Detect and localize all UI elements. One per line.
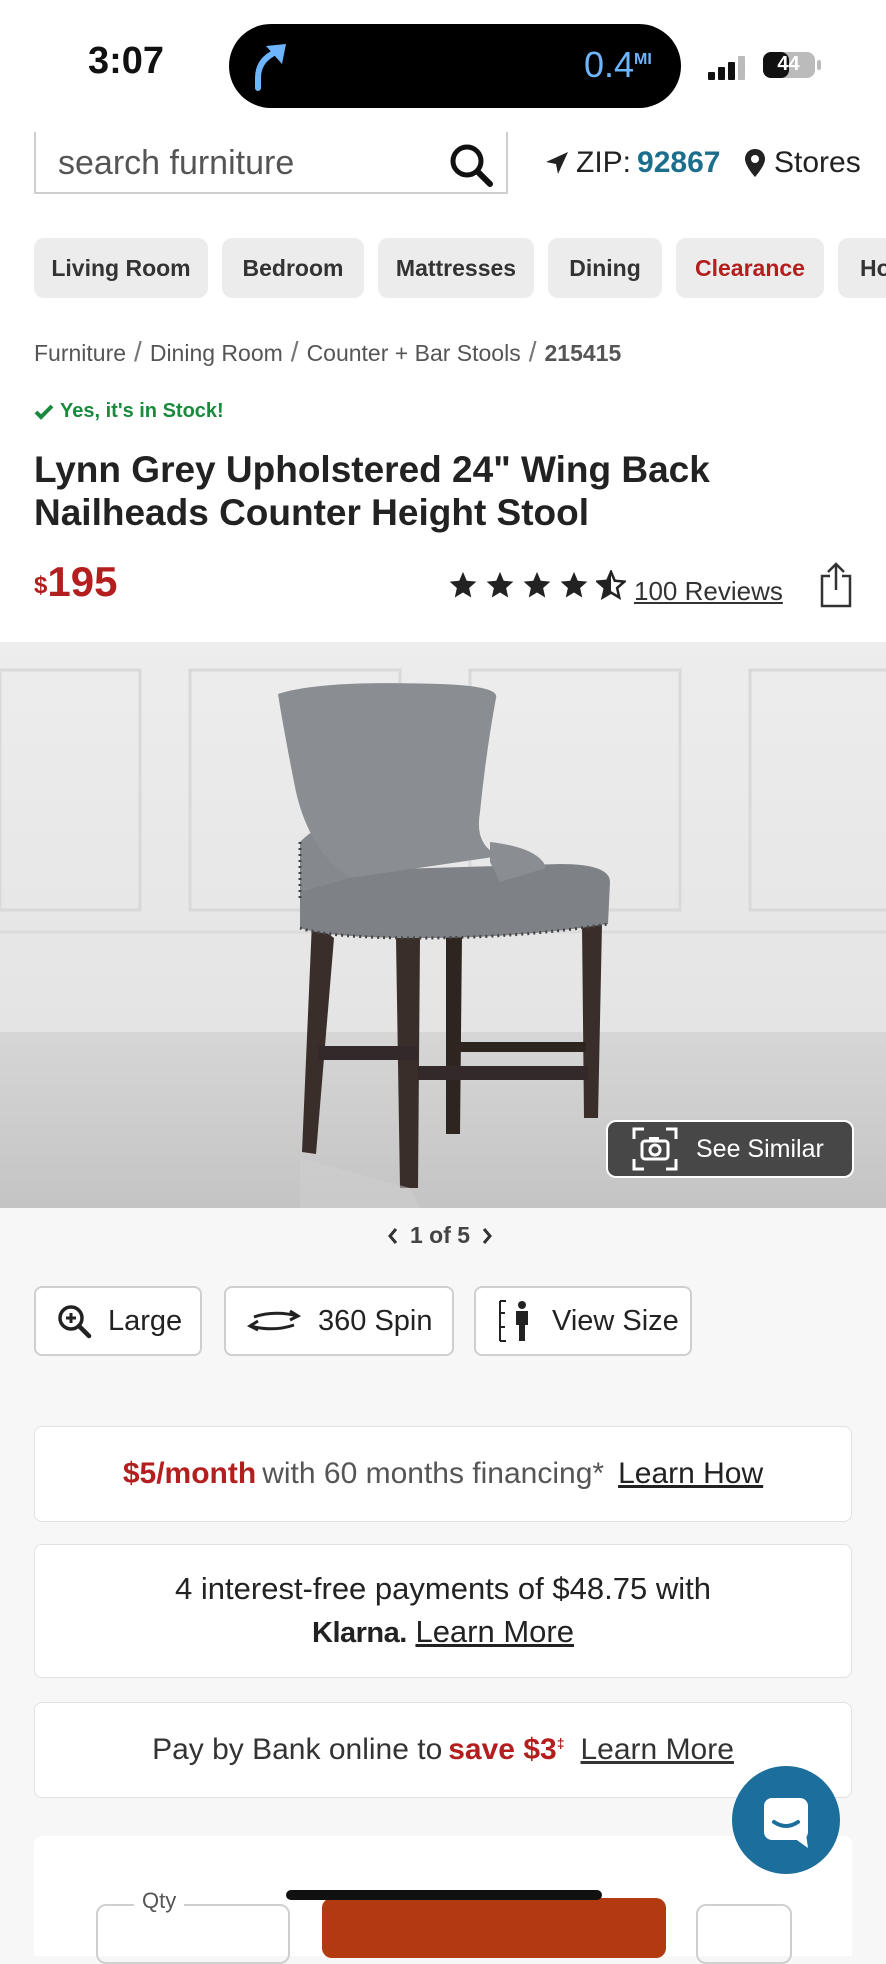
chevron-left-icon[interactable] <box>386 1226 400 1246</box>
bank-learn-more-link[interactable]: Learn More <box>581 1733 734 1767</box>
financing-text: with 60 months financing* <box>262 1457 605 1490</box>
price-amount: 195 <box>47 558 118 605</box>
category-bedroom[interactable]: Bedroom <box>222 238 364 298</box>
breadcrumb-dining-room[interactable]: Dining Room <box>150 340 283 366</box>
stock-status: Yes, it's in Stock! <box>34 400 224 423</box>
nav-distance-unit: MI <box>634 51 652 68</box>
category-clearance[interactable]: Clearance <box>676 238 824 298</box>
klarna-line2: Klarna. Learn More <box>35 1610 851 1655</box>
klarna-logo: Klarna. <box>312 1617 407 1649</box>
star-full-icon <box>560 571 588 598</box>
battery-level: 44 <box>777 53 800 75</box>
category-mattresses[interactable]: Mattresses <box>378 238 534 298</box>
price-currency: $ <box>34 572 48 599</box>
category-nav: Living Room Bedroom Mattresses Dining Cl… <box>0 216 886 312</box>
breadcrumb-counter-bar-stools[interactable]: Counter + Bar Stools <box>307 340 521 366</box>
battery-icon: 44 <box>762 51 822 79</box>
view-360-spin-label: 360 Spin <box>318 1304 433 1337</box>
navigation-arrow-icon <box>255 44 286 91</box>
view-large-button[interactable]: Large <box>34 1286 202 1356</box>
view-360-spin-button[interactable]: 360 Spin <box>224 1286 454 1356</box>
nav-distance-value: 0.4 <box>584 44 635 85</box>
image-pager: 1 of 5 <box>386 1222 494 1249</box>
camera-scan-icon <box>632 1127 678 1171</box>
chat-icon <box>764 1798 808 1848</box>
see-similar-button[interactable]: See Similar <box>606 1120 854 1178</box>
category-home[interactable]: Ho <box>838 238 886 298</box>
financing-learn-how-link[interactable]: Learn How <box>618 1457 763 1491</box>
share-icon[interactable] <box>818 560 854 608</box>
stores-label: Stores <box>774 146 861 179</box>
quantity-label: Qty <box>134 1888 185 1914</box>
breadcrumb-separator: / <box>134 336 142 367</box>
favorite-button[interactable] <box>696 1904 792 1964</box>
stores-link[interactable]: Stores <box>744 146 861 180</box>
quantity-select[interactable] <box>96 1904 290 1964</box>
home-indicator[interactable] <box>286 1890 602 1900</box>
category-dining[interactable]: Dining <box>548 238 662 298</box>
breadcrumb: Furniture / Dining Room / Counter + Bar Stoo… <box>34 336 621 368</box>
view-size-label: View Size <box>552 1304 679 1337</box>
zip-label: ZIP: <box>576 146 632 179</box>
bank-text: Pay by Bank online to <box>152 1733 443 1766</box>
see-similar-label: See Similar <box>696 1134 824 1163</box>
rating-stars[interactable] <box>448 570 626 600</box>
product-price: $ 195 <box>34 558 117 606</box>
map-pin-icon <box>745 149 765 177</box>
zip-code: 92867 <box>637 146 721 179</box>
checkmark-icon <box>34 404 54 420</box>
cellular-signal-icon <box>708 56 745 80</box>
chevron-right-icon[interactable] <box>480 1226 494 1246</box>
search-icon[interactable] <box>448 142 494 188</box>
breadcrumb-separator: / <box>528 336 537 367</box>
stock-status-text: Yes, it's in Stock! <box>60 400 224 422</box>
financing-amount: $5/month <box>122 1457 257 1490</box>
star-full-icon <box>523 571 551 598</box>
klarna-line1: 4 interest-free payments of $48.75 with <box>175 1571 711 1606</box>
status-time: 3:07 <box>88 40 165 82</box>
chat-button[interactable] <box>732 1766 840 1874</box>
klarna-card: 4 interest-free payments of $48.75 with … <box>34 1544 852 1678</box>
star-full-icon <box>449 571 477 598</box>
category-living-room[interactable]: Living Room <box>34 238 208 298</box>
product-title: Lynn Grey Upholstered 24" Wing Back Nail… <box>34 449 710 533</box>
view-large-label: Large <box>108 1304 183 1337</box>
search-bar <box>34 132 508 194</box>
location-arrow-icon <box>546 152 568 174</box>
breadcrumb-sku: 215415 <box>544 340 622 366</box>
search-input[interactable] <box>56 140 440 186</box>
breadcrumb-separator: / <box>290 336 299 367</box>
bank-save-footnote-mark: ‡ <box>556 1735 565 1751</box>
zip-selector[interactable]: ZIP: 92867 <box>544 146 720 180</box>
zoom-in-icon <box>58 1305 92 1339</box>
bank-save-text: save $3 <box>448 1733 557 1766</box>
person-size-icon <box>499 1300 528 1342</box>
star-half-icon <box>596 570 626 600</box>
rotate-360-icon <box>246 1309 302 1332</box>
klarna-learn-more-link[interactable]: Learn More <box>415 1614 574 1649</box>
nav-distance: 0.4MI <box>584 44 652 86</box>
add-to-cart-button[interactable] <box>322 1898 666 1958</box>
view-size-button[interactable]: View Size <box>474 1286 692 1356</box>
bank-save: save $3‡ <box>448 1733 564 1767</box>
financing-card: $5/month with 60 months financing* Learn… <box>34 1426 852 1522</box>
reviews-link[interactable]: 100 Reviews <box>634 576 783 607</box>
pager-text: 1 of 5 <box>410 1222 471 1248</box>
pay-by-bank-card: Pay by Bank online to save $3‡ Learn Mor… <box>34 1702 852 1798</box>
breadcrumb-furniture[interactable]: Furniture <box>34 340 126 366</box>
star-full-icon <box>486 571 514 598</box>
